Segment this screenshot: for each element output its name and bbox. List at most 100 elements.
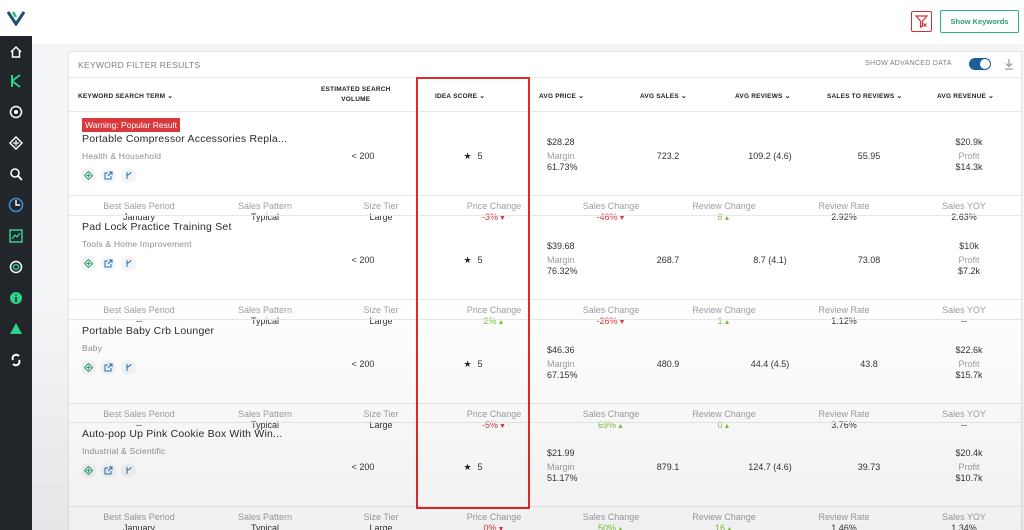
show-keywords-button[interactable]: Show Keywords [940,10,1019,33]
branch-icon[interactable] [121,256,136,271]
sales-yoy-label: Sales YOY [942,305,986,315]
advanced-data-label: SHOW ADVANCED DATA [865,60,952,67]
size-tier-label: Size Tier [363,409,399,419]
table-row[interactable]: Warning: Popular Result Portable Compress… [69,111,1023,222]
sales-to-reviews-value: 55.95 [857,151,881,161]
col-keyword-search-term[interactable]: KEYWORD SEARCH TERM ⌄ [78,92,173,100]
margin-value: 51.17% [547,473,578,483]
chart-icon[interactable] [4,224,28,248]
margin-value: 76.32% [547,266,578,276]
best-sales-period-value: January [122,523,156,530]
target-icon[interactable] [4,255,28,279]
size-tier-label: Size Tier [363,305,399,315]
sales-yoy-label: Sales YOY [942,201,986,211]
table-row[interactable]: Auto-pop Up Pink Cookie Box With Win... I… [69,422,1023,530]
branch-icon[interactable] [121,168,136,183]
results-panel: KEYWORD FILTER RESULTS SHOW ADVANCED DAT… [68,51,1023,530]
product-grid-icon[interactable] [81,463,96,478]
product-title[interactable]: Pad Lock Practice Training Set [82,221,232,233]
sales-yoy-value: 1.34% [951,523,977,530]
profit-value: $7.2k [957,266,981,276]
avg-revenue-value: $20.4k [955,448,983,458]
col-sales-to-reviews[interactable]: SALES TO REVIEWS ⌄ [827,92,902,100]
analytics-icon[interactable] [4,193,28,217]
sales-change-value: 50%▲ [571,523,651,530]
keyword-tool-icon[interactable] [4,69,28,93]
product-grid-icon[interactable] [81,256,96,271]
search-icon[interactable] [4,162,28,186]
best-sales-period-label: Best Sales Period [103,305,175,315]
price-change-label: Price Change [466,409,522,419]
sales-to-reviews-value: 73.08 [857,255,881,265]
sales-pattern-label: Sales Pattern [237,512,293,522]
external-link-icon[interactable] [101,360,116,375]
profit-value: $15.7k [955,370,983,380]
avg-revenue-value: $22.6k [955,345,983,355]
review-change-label: Review Change [692,512,756,522]
avg-price-value: $39.68 [547,241,575,251]
size-tier-value: Large [369,523,393,530]
arrow-up-icon: ▲ [726,526,733,530]
alert-triangle-icon[interactable] [4,317,28,341]
product-title[interactable]: Portable Baby Crb Lounger [82,325,214,337]
branch-icon[interactable] [121,463,136,478]
sales-to-reviews-value: 39.73 [857,462,881,472]
margin-label: Margin [547,151,575,161]
review-rate-label: Review Rate [818,409,870,419]
sales-pattern-value: Typical [250,523,279,530]
col-estimated-search-volume[interactable]: ESTIMATED SEARCH VOLUME [321,85,391,105]
tracker-icon[interactable] [4,100,28,124]
sales-pattern-label: Sales Pattern [237,409,293,419]
arrow-down-icon: ▼ [497,526,505,530]
advanced-data-toggle[interactable] [969,58,991,70]
external-link-icon[interactable] [101,256,116,271]
grid-icon[interactable] [4,131,28,155]
col-avg-revenue[interactable]: AVG REVENUE ⌄ [937,92,994,100]
avg-sales-value: 723.2 [656,151,680,161]
review-change-label: Review Change [692,305,756,315]
product-grid-icon[interactable] [81,168,96,183]
table-row[interactable]: Pad Lock Practice Training Set Tools & Ho… [69,215,1023,326]
avg-price-value: $28.28 [547,137,575,147]
col-idea-score[interactable]: IDEA SCORE ⌄ [435,92,485,100]
filter-clear-icon [915,15,928,28]
avg-reviews-value: 124.7 (4.6) [748,462,792,472]
product-title[interactable]: Auto-pop Up Pink Cookie Box With Win... [82,428,282,440]
header-divider [69,77,1021,78]
product-title[interactable]: Portable Compressor Accessories Repla... [82,133,287,145]
avg-reviews-value: 44.4 (4.5) [750,359,790,369]
search-volume-value: < 200 [351,151,375,161]
search-volume-value: < 200 [351,255,375,265]
col-avg-reviews[interactable]: AVG REVIEWS ⌄ [735,92,791,100]
panel-title: KEYWORD FILTER RESULTS [78,60,201,70]
download-icon[interactable] [1003,57,1015,71]
popular-warning-badge: Warning: Popular Result [82,118,180,132]
external-link-icon[interactable] [101,168,116,183]
brand-logo[interactable] [0,0,32,36]
sync-icon[interactable] [4,348,28,372]
row-subdivider [69,299,1023,300]
product-grid-icon[interactable] [81,360,96,375]
review-change-label: Review Change [692,201,756,211]
table-row[interactable]: Portable Baby Crb Lounger Baby < 200 ★ 5 $46.… [69,319,1023,430]
best-sales-period-label: Best Sales Period [103,409,175,419]
avg-sales-value: 879.1 [656,462,680,472]
external-link-icon[interactable] [101,463,116,478]
col-avg-sales[interactable]: AVG SALES ⌄ [640,92,687,100]
info-icon[interactable] [4,286,28,310]
search-volume-value: < 200 [351,359,375,369]
col-avg-price[interactable]: AVG PRICE ⌄ [539,92,584,100]
clear-filter-button[interactable] [911,11,932,32]
avg-sales-value: 480.9 [656,359,680,369]
sales-to-reviews-value: 43.8 [860,359,878,369]
margin-label: Margin [547,255,575,265]
home-icon[interactable] [4,40,28,64]
branch-icon[interactable] [121,360,136,375]
review-change-value: 16▲ [684,523,764,530]
price-change-label: Price Change [466,512,522,522]
sales-change-label: Sales Change [582,409,640,419]
avg-revenue-value: $10k [959,241,979,251]
profit-label: Profit [958,359,980,369]
margin-label: Margin [547,462,575,472]
avg-sales-value: 268.7 [656,255,680,265]
